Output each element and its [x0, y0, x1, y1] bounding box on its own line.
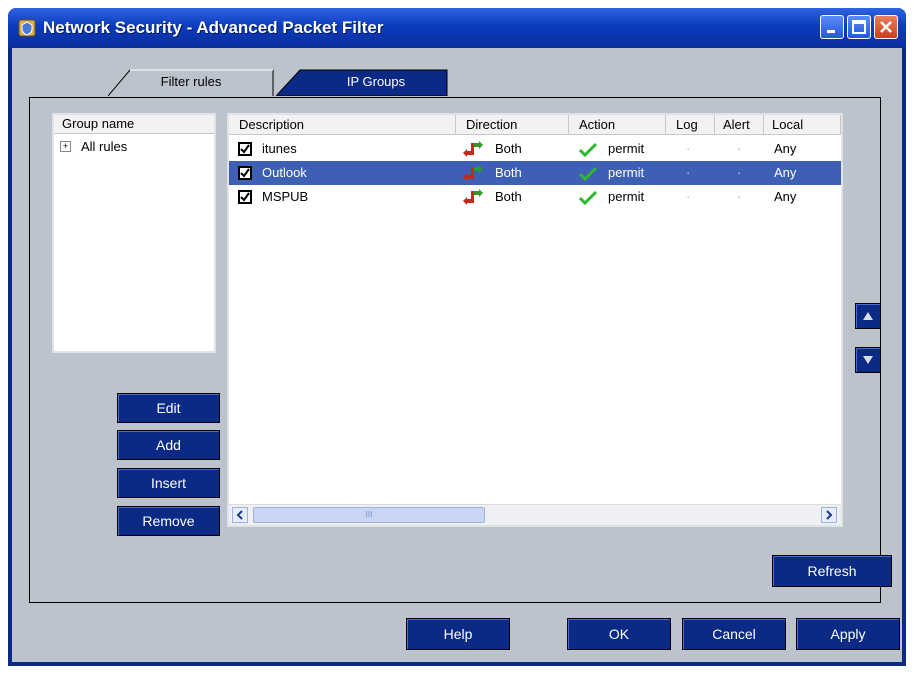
bidirectional-arrows-icon	[463, 141, 483, 157]
rule-alert[interactable]: ·	[737, 161, 741, 185]
permit-check-icon	[579, 143, 597, 157]
permit-check-icon	[579, 191, 597, 205]
bidirectional-arrows-icon	[463, 189, 483, 205]
rule-log[interactable]: ·	[686, 137, 690, 161]
minimize-icon	[827, 30, 835, 33]
group-name-header: Group name	[54, 115, 214, 134]
rule-action: permit	[608, 165, 645, 180]
app-window: Network Security - Advanced Packet Filte…	[8, 8, 906, 666]
rule-local: Any	[774, 165, 797, 180]
enabled-checkbox[interactable]	[238, 142, 252, 156]
add-button[interactable]: Add	[117, 430, 220, 460]
permit-check-icon	[579, 167, 597, 181]
ok-button[interactable]: OK	[567, 618, 671, 650]
chevron-left-icon	[236, 510, 243, 520]
rule-action: permit	[608, 189, 645, 204]
column-log[interactable]: Log	[666, 115, 715, 134]
network-security-app-icon	[18, 19, 36, 37]
column-description[interactable]: Description	[229, 115, 456, 134]
table-header: Description Direction Action Log Alert L…	[229, 115, 841, 135]
scroll-right-button[interactable]	[821, 507, 837, 523]
rule-direction: Both	[495, 165, 522, 180]
remove-button[interactable]: Remove	[117, 506, 220, 536]
move-up-button[interactable]	[855, 303, 881, 329]
rule-description: Outlook	[262, 165, 307, 180]
apply-button[interactable]: Apply	[796, 618, 900, 650]
column-local[interactable]: Local	[764, 115, 841, 134]
rule-direction: Both	[495, 189, 522, 204]
rule-log[interactable]: ·	[686, 161, 690, 185]
group-list[interactable]: Group name + All rules	[52, 113, 216, 353]
tab-ip-groups-label: IP Groups	[346, 74, 406, 89]
scroll-left-button[interactable]	[232, 507, 248, 523]
rule-local: Any	[774, 141, 797, 156]
rule-alert[interactable]: ·	[737, 137, 741, 161]
scroll-thumb[interactable]: III	[253, 507, 485, 523]
enabled-checkbox[interactable]	[238, 190, 252, 204]
move-down-button[interactable]	[855, 347, 881, 373]
horizontal-scrollbar[interactable]: III	[229, 504, 841, 525]
tab-filter-rules-label: Filter rules	[160, 74, 222, 89]
enabled-checkbox[interactable]	[238, 166, 252, 180]
table-row[interactable]: MSPUB Both permit · · Any	[229, 185, 841, 209]
tab-filter-rules[interactable]: Filter rules	[108, 69, 274, 96]
insert-button[interactable]: Insert	[117, 468, 220, 498]
maximize-button[interactable]	[847, 15, 871, 39]
tree-item-all-rules[interactable]: + All rules	[60, 139, 127, 154]
rule-description: MSPUB	[262, 189, 309, 204]
refresh-button[interactable]: Refresh	[772, 555, 892, 587]
cancel-button[interactable]: Cancel	[682, 618, 786, 650]
checkmark-icon	[240, 144, 250, 154]
column-direction[interactable]: Direction	[456, 115, 569, 134]
expand-plus-icon[interactable]: +	[60, 141, 71, 152]
table-row[interactable]: itunes Both permit · · Any	[229, 137, 841, 161]
dialog-body: Filter rules IP Groups Group name + All …	[12, 48, 902, 662]
maximize-icon	[852, 20, 866, 34]
tree-item-label: All rules	[81, 139, 128, 154]
tab-ip-groups[interactable]: IP Groups	[276, 69, 448, 96]
bidirectional-arrows-icon	[463, 165, 483, 181]
close-button[interactable]	[874, 15, 898, 39]
column-alert[interactable]: Alert	[715, 115, 764, 134]
rules-table[interactable]: Description Direction Action Log Alert L…	[227, 113, 843, 527]
checkmark-icon	[240, 192, 250, 202]
column-action[interactable]: Action	[569, 115, 666, 134]
table-row[interactable]: Outlook Both permit · · Any	[229, 161, 841, 185]
rule-alert[interactable]: ·	[737, 185, 741, 209]
triangle-up-icon	[863, 312, 873, 320]
window-title: Network Security - Advanced Packet Filte…	[43, 18, 384, 37]
checkmark-icon	[240, 168, 250, 178]
help-button[interactable]: Help	[406, 618, 510, 650]
rule-log[interactable]: ·	[686, 185, 690, 209]
filter-rules-panel: Group name + All rules Edit Add Insert R…	[29, 97, 892, 603]
minimize-button[interactable]	[820, 15, 844, 39]
title-bar[interactable]: Network Security - Advanced Packet Filte…	[8, 8, 906, 48]
rule-local: Any	[774, 189, 797, 204]
rule-description: itunes	[262, 141, 297, 156]
rule-direction: Both	[495, 141, 522, 156]
triangle-down-icon	[863, 356, 873, 364]
edit-button[interactable]: Edit	[117, 393, 220, 423]
rule-action: permit	[608, 141, 645, 156]
chevron-right-icon	[826, 510, 833, 520]
close-icon	[880, 21, 892, 33]
